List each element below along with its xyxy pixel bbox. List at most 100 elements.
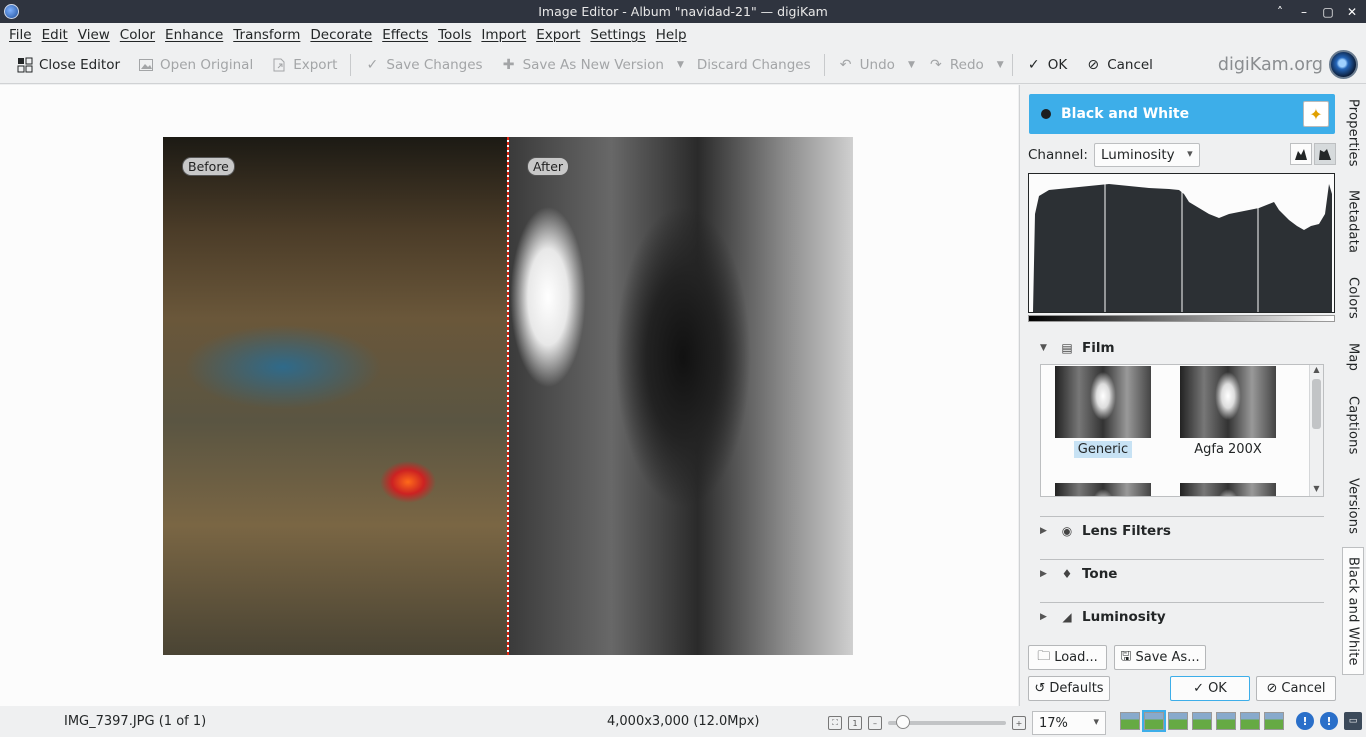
menu-help[interactable]: Help bbox=[651, 27, 692, 43]
preview-side-by-side-vertical-icon[interactable] bbox=[1192, 712, 1212, 730]
save-as-new-version-button[interactable]: ✚ Save As New Version bbox=[492, 50, 673, 80]
color-managed-view-icon[interactable]: ▭ bbox=[1344, 712, 1362, 730]
channel-select[interactable]: Luminosity bbox=[1093, 143, 1200, 167]
status-bar: IMG_7397.JPG (1 of 1) 4,000x3,000 (12.0M… bbox=[0, 707, 1366, 737]
menu-tools[interactable]: Tools bbox=[433, 27, 476, 43]
zoom-100-icon[interactable]: 1 bbox=[848, 716, 862, 730]
redo-button[interactable]: ↷ Redo bbox=[919, 50, 993, 80]
scroll-up-icon[interactable]: ▲ bbox=[1310, 365, 1323, 377]
preview-split-horizontal-icon[interactable] bbox=[1168, 712, 1188, 730]
maximize-icon[interactable]: ▢ bbox=[1320, 5, 1336, 19]
linear-scale-icon[interactable] bbox=[1290, 143, 1312, 165]
main-toolbar: Close Editor Open Original Export ✓ Save… bbox=[0, 46, 1366, 84]
zoom-combobox[interactable]: 17% bbox=[1032, 711, 1106, 735]
minimize-icon[interactable]: – bbox=[1296, 5, 1312, 19]
film-thumbnail bbox=[1055, 483, 1151, 496]
menu-file[interactable]: File bbox=[4, 27, 37, 43]
defaults-button[interactable]: ↺ Defaults bbox=[1028, 676, 1110, 701]
tab-label: Versions bbox=[1345, 477, 1361, 535]
discard-changes-button[interactable]: Discard Changes bbox=[688, 50, 820, 80]
preview-image[interactable]: Before After bbox=[163, 137, 853, 655]
digikam-brand[interactable]: digiKam.org bbox=[1218, 50, 1358, 79]
preview-original-icon[interactable] bbox=[1120, 712, 1140, 730]
open-original-button[interactable]: Open Original bbox=[129, 50, 262, 80]
film-item-partial[interactable] bbox=[1178, 483, 1278, 496]
black-and-white-tool-panel: Black and White ✦ Channel: Luminosity ▼ … bbox=[1019, 85, 1342, 706]
section-divider bbox=[1040, 602, 1324, 603]
tone-label: Tone bbox=[1082, 566, 1118, 582]
menu-edit[interactable]: Edit bbox=[37, 27, 73, 43]
undo-icon: ↶ bbox=[839, 56, 852, 73]
scrollbar-thumb[interactable] bbox=[1312, 379, 1321, 429]
redo-dropdown-chevron-icon[interactable]: ▼ bbox=[993, 60, 1008, 70]
zoom-fit-icon[interactable]: ⛶ bbox=[828, 716, 842, 730]
underexposure-indicator-icon[interactable]: ! bbox=[1296, 712, 1314, 730]
folder-icon: 🗀 bbox=[1037, 648, 1051, 664]
tab-colors[interactable]: Colors bbox=[1342, 267, 1364, 329]
sparkle-icon[interactable]: ✦ bbox=[1303, 101, 1329, 127]
undo-button[interactable]: ↶ Undo bbox=[829, 50, 904, 80]
preview-target-icon[interactable] bbox=[1240, 712, 1260, 730]
save-changes-button[interactable]: ✓ Save Changes bbox=[355, 50, 491, 80]
overexposure-indicator-icon[interactable]: ! bbox=[1320, 712, 1338, 730]
preview-side-by-side-horizontal-icon[interactable] bbox=[1216, 712, 1236, 730]
log-scale-icon[interactable] bbox=[1314, 143, 1336, 165]
film-type-list[interactable]: Generic Agfa 200X ▲ ▼ bbox=[1040, 364, 1324, 497]
image-canvas[interactable]: Before After bbox=[0, 85, 1018, 706]
export-button[interactable]: Export bbox=[262, 50, 346, 80]
tab-captions[interactable]: Captions bbox=[1342, 385, 1364, 465]
tool-ok-button[interactable]: ✓ OK bbox=[1170, 676, 1250, 701]
undo-dropdown-chevron-icon[interactable]: ▼ bbox=[904, 60, 919, 70]
tab-versions[interactable]: Versions bbox=[1342, 469, 1364, 543]
tab-black-and-white[interactable]: Black and White bbox=[1342, 547, 1364, 675]
zoom-slider[interactable] bbox=[888, 715, 1006, 729]
menu-view[interactable]: View bbox=[73, 27, 115, 43]
zoom-out-icon[interactable]: – bbox=[868, 716, 882, 730]
save-dropdown-chevron-icon[interactable]: ▼ bbox=[673, 60, 688, 70]
load-label: Load... bbox=[1054, 650, 1098, 665]
toolbar-ok-button[interactable]: ✓ OK bbox=[1017, 50, 1076, 80]
redo-icon: ↷ bbox=[929, 56, 942, 73]
digikam-app-icon[interactable] bbox=[4, 4, 19, 19]
preview-mouse-over-icon[interactable] bbox=[1264, 712, 1284, 730]
zoom-in-icon[interactable]: + bbox=[1012, 716, 1026, 730]
menu-enhance[interactable]: Enhance bbox=[160, 27, 228, 43]
film-item-agfa-200x[interactable]: Agfa 200X bbox=[1178, 366, 1278, 458]
tab-properties[interactable]: Properties bbox=[1342, 89, 1364, 177]
save-as-button[interactable]: 🖫 Save As... bbox=[1114, 645, 1206, 670]
luminosity-section-header[interactable]: ▶ ◢ Luminosity bbox=[1040, 609, 1324, 625]
split-divider[interactable] bbox=[507, 137, 509, 655]
collapsed-chevron-icon: ▶ bbox=[1040, 569, 1047, 579]
close-window-icon[interactable]: ✕ bbox=[1344, 5, 1360, 19]
zoom-slider-handle[interactable] bbox=[896, 715, 910, 729]
tool-title: Black and White bbox=[1061, 106, 1190, 122]
cancel-icon: ⊘ bbox=[1087, 56, 1100, 73]
tab-map[interactable]: Map bbox=[1342, 333, 1364, 381]
film-list-scrollbar[interactable]: ▲ ▼ bbox=[1309, 365, 1323, 496]
menu-decorate[interactable]: Decorate bbox=[305, 27, 377, 43]
tab-metadata[interactable]: Metadata bbox=[1342, 181, 1364, 263]
preview-split-vertical-icon[interactable] bbox=[1142, 710, 1166, 732]
film-item-partial[interactable] bbox=[1053, 483, 1153, 496]
menu-transform[interactable]: Transform bbox=[228, 27, 305, 43]
film-section-header[interactable]: ▼ ▤ Film bbox=[1040, 340, 1324, 356]
close-editor-button[interactable]: Close Editor bbox=[8, 50, 129, 80]
keep-above-icon[interactable]: ˄ bbox=[1272, 5, 1288, 19]
load-button[interactable]: 🗀 Load... bbox=[1028, 645, 1107, 670]
lens-filters-section-header[interactable]: ▶ ◉ Lens Filters bbox=[1040, 523, 1324, 539]
menu-color[interactable]: Color bbox=[115, 27, 160, 43]
histogram-widget[interactable] bbox=[1028, 173, 1335, 313]
menu-effects[interactable]: Effects bbox=[377, 27, 433, 43]
window-titlebar: Image Editor - Album "navidad-21" — digi… bbox=[0, 0, 1366, 23]
tool-cancel-button[interactable]: ⊘ Cancel bbox=[1256, 676, 1336, 701]
menu-export[interactable]: Export bbox=[531, 27, 585, 43]
lens-filters-label: Lens Filters bbox=[1082, 523, 1171, 539]
menu-import[interactable]: Import bbox=[476, 27, 531, 43]
close-editor-label: Close Editor bbox=[39, 56, 121, 73]
toolbar-cancel-button[interactable]: ⊘ Cancel bbox=[1076, 50, 1162, 80]
tone-section-header[interactable]: ▶ ♦ Tone bbox=[1040, 566, 1324, 582]
film-item-generic[interactable]: Generic bbox=[1053, 366, 1153, 458]
save-changes-label: Save Changes bbox=[386, 56, 483, 73]
menu-settings[interactable]: Settings bbox=[585, 27, 650, 43]
scroll-down-icon[interactable]: ▼ bbox=[1310, 484, 1323, 496]
